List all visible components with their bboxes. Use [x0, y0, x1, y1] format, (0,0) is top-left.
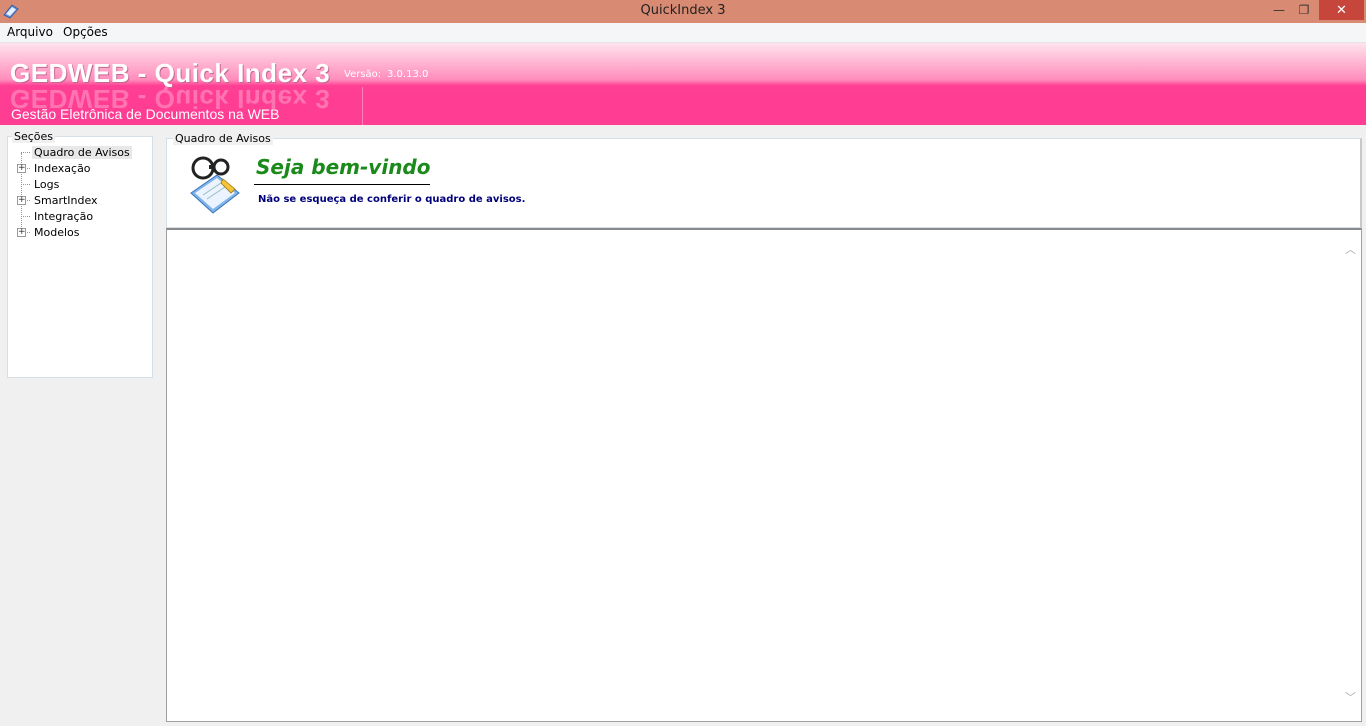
tree-item-smartindex[interactable]: + SmartIndex — [9, 193, 151, 209]
sections-tree: Quadro de Avisos + Indexação Logs + Smar… — [9, 145, 151, 241]
tree-item-quadro-de-avisos[interactable]: Quadro de Avisos — [9, 145, 151, 161]
tree-item-integracao[interactable]: Integração — [9, 209, 151, 225]
expand-icon[interactable]: + — [17, 228, 26, 237]
tree-item-label: Integração — [34, 210, 94, 223]
welcome-title: Seja bem-vindo — [256, 155, 431, 179]
menu-bar: Arquivo Opções — [0, 23, 1366, 43]
notices-content-area[interactable] — [166, 228, 1362, 722]
welcome-message: Não se esqueça de conferir o quadro de a… — [258, 194, 526, 205]
tree-item-logs[interactable]: Logs — [9, 177, 151, 193]
notices-panel — [166, 138, 1362, 228]
header-banner: GEDWEB - Quick Index 3 GEDWEB - Quick In… — [0, 43, 1366, 125]
maximize-button[interactable]: ❐ — [1292, 0, 1316, 20]
banner-divider — [362, 87, 363, 125]
notices-caption: Quadro de Avisos — [173, 132, 273, 145]
window-title: QuickIndex 3 — [640, 3, 726, 18]
tree-item-label: Quadro de Avisos — [32, 146, 132, 159]
close-button[interactable]: ✕ — [1319, 0, 1364, 20]
vertical-scrollbar[interactable]: ︿ ﹀ — [1341, 230, 1360, 720]
tree-item-label: Logs — [34, 178, 60, 191]
expand-icon[interactable]: + — [17, 196, 26, 205]
tree-item-label: Indexação — [34, 162, 91, 175]
minimize-button[interactable]: — — [1268, 0, 1290, 20]
expand-icon[interactable]: + — [17, 164, 26, 173]
tree-item-label: SmartIndex — [34, 194, 98, 207]
menu-opcoes[interactable]: Opções — [63, 25, 108, 39]
banner-subtitle: Gestão Eletrônica de Documentos na WEB — [11, 106, 280, 122]
title-bar: QuickIndex 3 — ❐ ✕ — [0, 0, 1366, 23]
tree-item-indexacao[interactable]: + Indexação — [9, 161, 151, 177]
magnifier-document-icon — [190, 156, 240, 214]
menu-arquivo[interactable]: Arquivo — [7, 25, 53, 39]
welcome-underline — [254, 184, 430, 185]
scroll-down-icon[interactable]: ﹀ — [1341, 688, 1360, 708]
banner-title: GEDWEB - Quick Index 3 — [10, 58, 331, 88]
version-value: 3.0.13.0 — [387, 69, 429, 80]
tree-item-label: Modelos — [34, 226, 80, 239]
tree-item-modelos[interactable]: + Modelos — [9, 225, 151, 241]
version-label: Versão: — [344, 69, 382, 80]
sections-caption: Seções — [12, 130, 56, 143]
scroll-up-icon[interactable]: ︿ — [1341, 240, 1360, 260]
